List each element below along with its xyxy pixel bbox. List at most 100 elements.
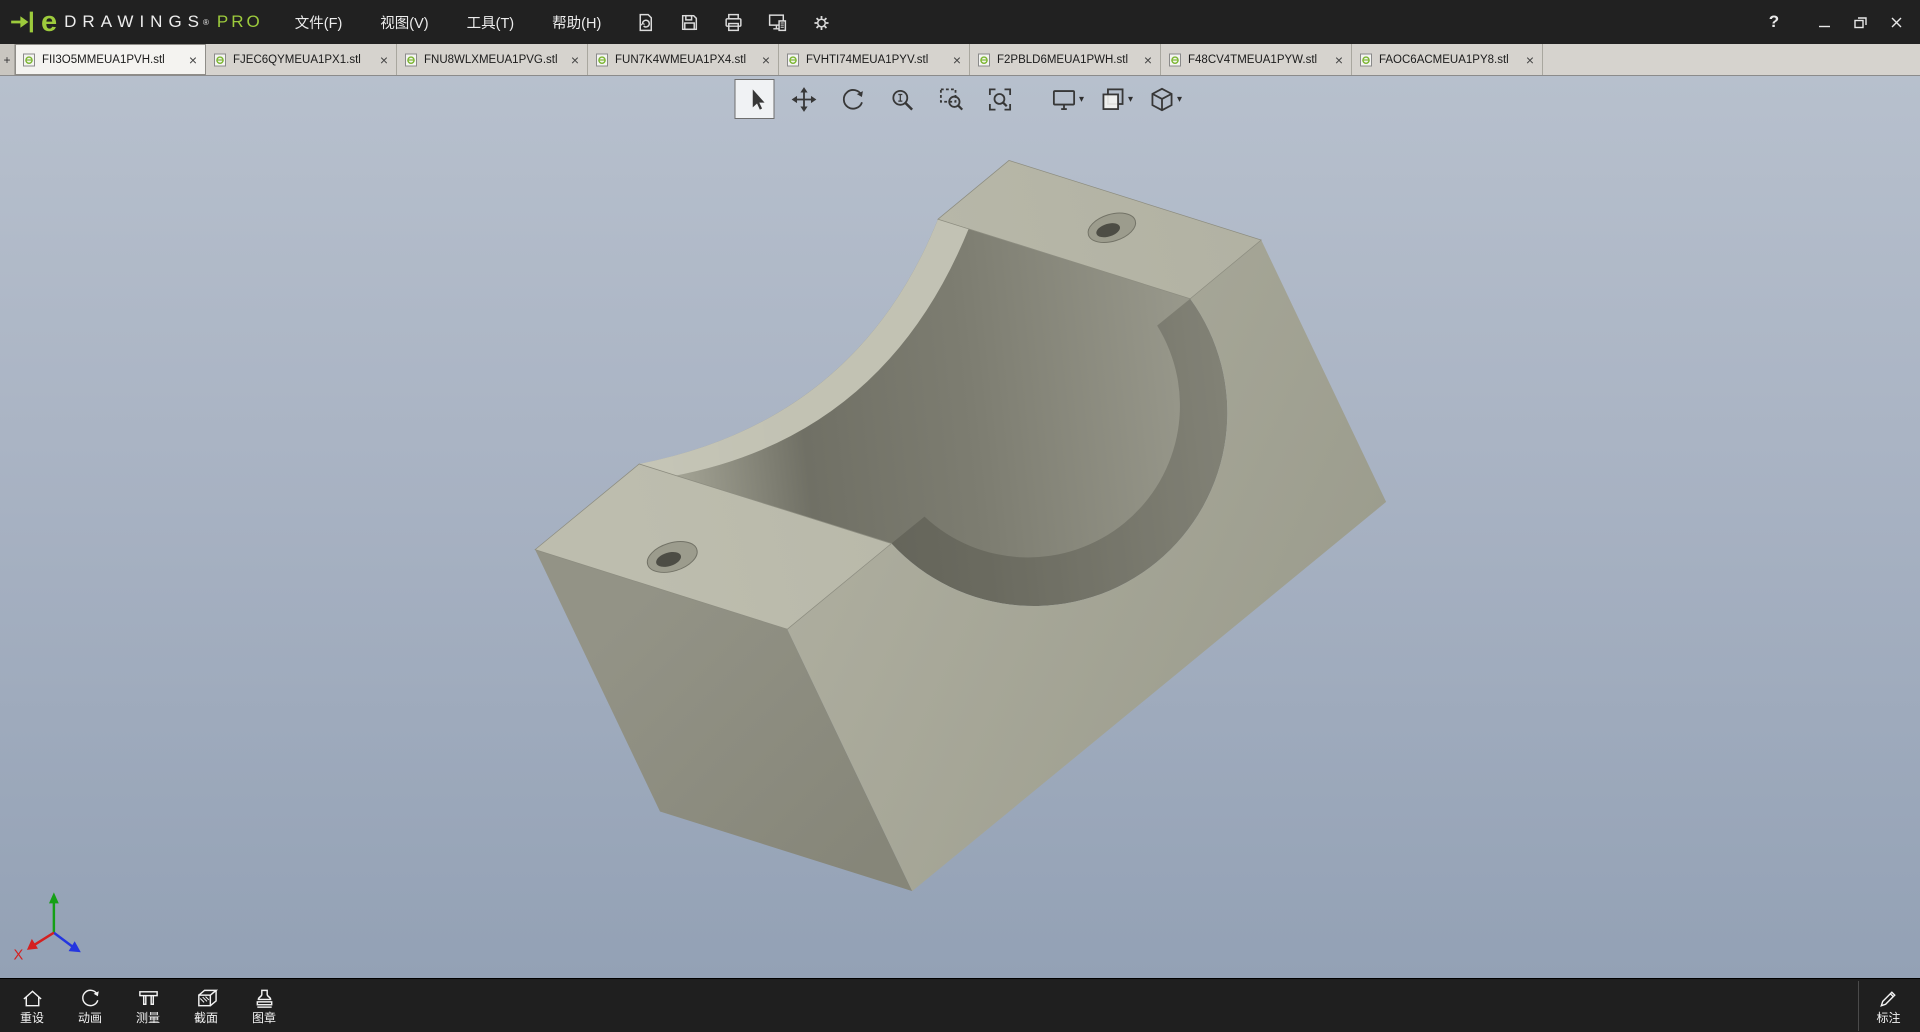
new-tab-button[interactable]: + bbox=[0, 44, 15, 75]
window-controls: ? bbox=[1758, 0, 1912, 44]
measure-button[interactable]: 测量 bbox=[122, 981, 174, 1031]
zoom-fit-icon bbox=[986, 86, 1013, 113]
markup-button[interactable]: 标注 bbox=[1858, 981, 1914, 1031]
logo-registered-mark: ® bbox=[203, 18, 209, 27]
rotate-icon bbox=[839, 86, 866, 113]
tab-label: FAOC6ACMEUA1PY8.stl bbox=[1379, 54, 1519, 66]
minimize-button[interactable] bbox=[1808, 6, 1840, 38]
3d-model[interactable] bbox=[535, 160, 1386, 891]
zoom-tool-button[interactable] bbox=[882, 79, 922, 119]
open-button[interactable] bbox=[627, 5, 663, 39]
bottom-toolbar-right: 标注 bbox=[1858, 981, 1914, 1031]
publish-icon bbox=[767, 12, 788, 33]
menu-bar: 文件(F) 视图(V) 工具(T) 帮助(H) bbox=[291, 8, 606, 37]
stamp-icon bbox=[253, 987, 276, 1010]
zoom-fit-tool-button[interactable] bbox=[980, 79, 1020, 119]
sheets-icon bbox=[1100, 86, 1127, 113]
reset-button[interactable]: 重设 bbox=[6, 981, 58, 1031]
measure-caliper-icon bbox=[137, 987, 160, 1010]
open-file-icon bbox=[635, 12, 656, 33]
orientation-triad: X bbox=[13, 892, 80, 963]
section-button[interactable]: 截面 bbox=[180, 981, 232, 1031]
zoom-area-icon bbox=[937, 86, 964, 113]
tab-document-4[interactable]: FUN7K4WMEUA1PX4.stl × bbox=[588, 44, 779, 75]
tab-document-2[interactable]: FJEC6QYMEUA1PX1.stl × bbox=[206, 44, 397, 75]
menu-file[interactable]: 文件(F) bbox=[291, 8, 347, 37]
zoom-area-tool-button[interactable] bbox=[931, 79, 971, 119]
rotate-tool-button[interactable] bbox=[833, 79, 873, 119]
logo-arrow-icon bbox=[10, 7, 40, 37]
view-toolbar: ▾ ▾ ▾ bbox=[735, 79, 1186, 119]
tab-document-1[interactable]: FII3O5MMEUA1PVH.stl × bbox=[15, 44, 206, 75]
tab-label: FJEC6QYMEUA1PX1.stl bbox=[233, 54, 373, 66]
stl-document-icon bbox=[1168, 53, 1182, 67]
tab-label: FVHTI74MEUA1PYV.stl bbox=[806, 54, 946, 66]
publish-button[interactable] bbox=[759, 5, 795, 39]
tab-document-6[interactable]: F2PBLD6MEUA1PWH.stl × bbox=[970, 44, 1161, 75]
pencil-icon bbox=[1877, 987, 1900, 1010]
animate-button[interactable]: 动画 bbox=[64, 981, 116, 1031]
section-label: 截面 bbox=[194, 1012, 218, 1024]
menu-help[interactable]: 帮助(H) bbox=[548, 8, 605, 37]
tab-close-button[interactable]: × bbox=[188, 53, 198, 67]
model-viewport[interactable]: X bbox=[0, 76, 1920, 978]
options-button[interactable] bbox=[803, 5, 839, 39]
tab-close-button[interactable]: × bbox=[1525, 53, 1535, 67]
stl-document-icon bbox=[404, 53, 418, 67]
tab-document-7[interactable]: F48CV4TMEUA1PYW.stl × bbox=[1161, 44, 1352, 75]
view-orientation-button[interactable]: ▾ bbox=[1146, 79, 1186, 119]
stamp-label: 图章 bbox=[252, 1012, 276, 1024]
viewport-3d-canvas[interactable]: X bbox=[0, 76, 1920, 978]
select-tool-button[interactable] bbox=[735, 79, 775, 119]
tab-document-3[interactable]: FNU8WLXMEUA1PVG.stl × bbox=[397, 44, 588, 75]
edrawings-logo: e DRAWINGS ® PRO bbox=[10, 7, 263, 37]
stl-document-icon bbox=[1359, 53, 1373, 67]
logo-e: e bbox=[41, 8, 57, 37]
menu-tools[interactable]: 工具(T) bbox=[463, 8, 519, 37]
select-arrow-icon bbox=[741, 86, 768, 113]
settings-gear-icon bbox=[811, 12, 832, 33]
home-icon bbox=[21, 987, 44, 1010]
measure-label: 测量 bbox=[136, 1012, 160, 1024]
logo-edition: PRO bbox=[217, 12, 263, 32]
appearance-button[interactable]: ▾ bbox=[1097, 79, 1137, 119]
tab-close-button[interactable]: × bbox=[1334, 53, 1344, 67]
tab-document-8[interactable]: FAOC6ACMEUA1PY8.stl × bbox=[1352, 44, 1543, 75]
tab-close-button[interactable]: × bbox=[1143, 53, 1153, 67]
print-button[interactable] bbox=[715, 5, 751, 39]
stl-document-icon bbox=[595, 53, 609, 67]
pan-icon bbox=[790, 86, 817, 113]
menu-view[interactable]: 视图(V) bbox=[376, 8, 432, 37]
stl-document-icon bbox=[213, 53, 227, 67]
edrawings-window: e DRAWINGS ® PRO 文件(F) 视图(V) 工具(T) 帮助(H) bbox=[0, 0, 1920, 1032]
tab-label: FNU8WLXMEUA1PVG.stl bbox=[424, 54, 564, 66]
zoom-icon bbox=[888, 86, 915, 113]
display-mode-button[interactable]: ▾ bbox=[1048, 79, 1088, 119]
tab-close-button[interactable]: × bbox=[761, 53, 771, 67]
help-button[interactable]: ? bbox=[1758, 6, 1790, 38]
chevron-down-icon: ▾ bbox=[1177, 94, 1182, 105]
document-tab-bar: + FII3O5MMEUA1PVH.stl × FJEC6QYMEUA1PX1.… bbox=[0, 44, 1920, 76]
close-button[interactable] bbox=[1880, 6, 1912, 38]
tab-label: F48CV4TMEUA1PYW.stl bbox=[1188, 54, 1328, 66]
bottom-toolbar: 重设 动画 测量 bbox=[0, 978, 1920, 1032]
pan-tool-button[interactable] bbox=[784, 79, 824, 119]
tab-close-button[interactable]: × bbox=[570, 53, 580, 67]
title-bar: e DRAWINGS ® PRO 文件(F) 视图(V) 工具(T) 帮助(H) bbox=[0, 0, 1920, 44]
quick-toolbar bbox=[627, 5, 839, 39]
tab-label: FUN7K4WMEUA1PX4.stl bbox=[615, 54, 755, 66]
stamp-button[interactable]: 图章 bbox=[238, 981, 290, 1031]
print-icon bbox=[723, 12, 744, 33]
restore-button[interactable] bbox=[1844, 6, 1876, 38]
save-floppy-icon bbox=[679, 12, 700, 33]
tab-document-5[interactable]: FVHTI74MEUA1PYV.stl × bbox=[779, 44, 970, 75]
triad-z-axis bbox=[69, 941, 81, 952]
chevron-down-icon: ▾ bbox=[1128, 94, 1133, 105]
chevron-down-icon: ▾ bbox=[1079, 94, 1084, 105]
tab-close-button[interactable]: × bbox=[379, 53, 389, 67]
animate-label: 动画 bbox=[78, 1012, 102, 1024]
save-button[interactable] bbox=[671, 5, 707, 39]
triad-y-axis bbox=[49, 892, 59, 903]
bottom-toolbar-left: 重设 动画 测量 bbox=[6, 981, 290, 1031]
tab-close-button[interactable]: × bbox=[952, 53, 962, 67]
